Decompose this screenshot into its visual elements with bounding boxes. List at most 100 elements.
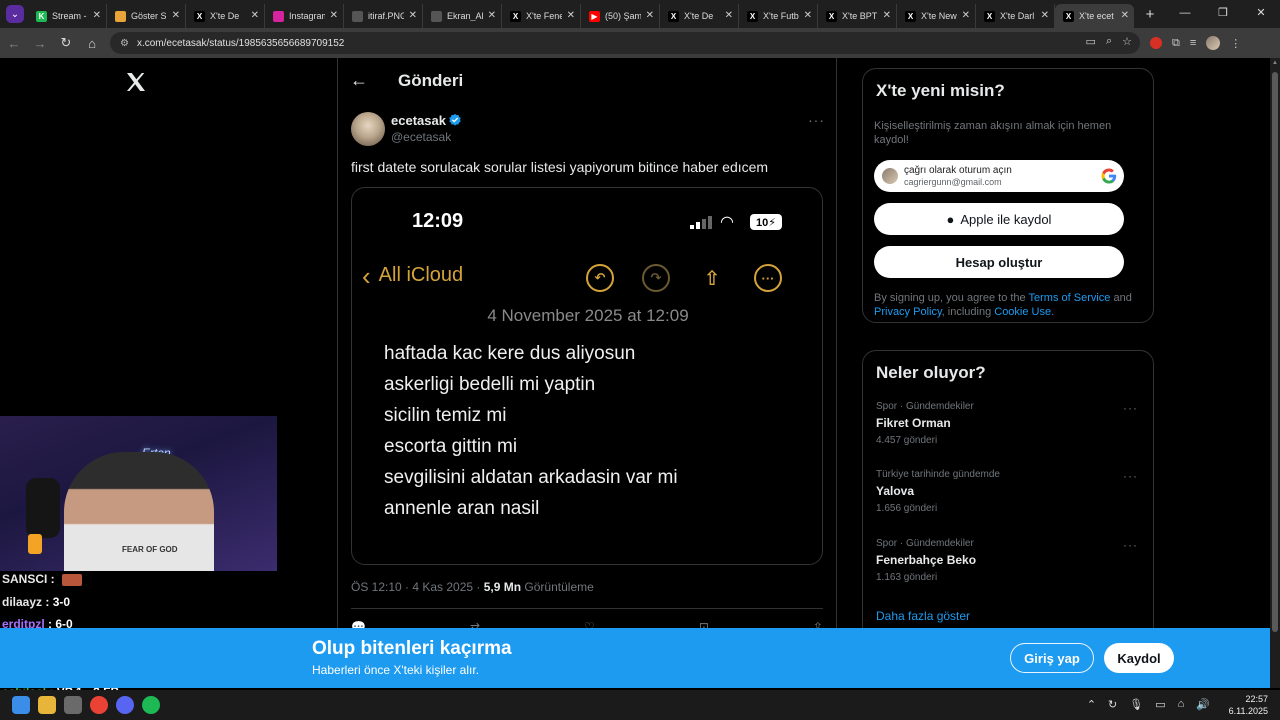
- browser-tab[interactable]: X X'te Futb ✕: [739, 4, 818, 28]
- tab-close-icon[interactable]: ✕: [804, 10, 812, 21]
- browser-tab[interactable]: itiraf.PNG ✕: [344, 4, 423, 28]
- tab-close-icon[interactable]: ✕: [725, 10, 733, 21]
- browser-tab[interactable]: X X'te Darl ✕: [976, 4, 1055, 28]
- browser-menu-icon[interactable]: ⋮: [1230, 37, 1241, 50]
- taskbar-clock[interactable]: 22:57 6.11.2025: [1229, 693, 1268, 717]
- tab-close-icon[interactable]: ✕: [172, 10, 180, 21]
- address-bar[interactable]: ⚙ x.com/ecetasak/status/1985635656689709…: [110, 32, 1140, 54]
- post-timestamp[interactable]: ÖS 12:10 · 4 Kas 2025 ·: [351, 580, 484, 594]
- tab-close-icon[interactable]: ✕: [1041, 10, 1049, 21]
- scrollbar-thumb[interactable]: [1272, 72, 1278, 632]
- browser-tab[interactable]: X X'te De ✕: [186, 4, 265, 28]
- back-button[interactable]: ←: [2, 31, 26, 55]
- apple-signup-button[interactable]: ● Apple ile kaydol: [874, 203, 1124, 235]
- browser-tab[interactable]: X X'te ecet ✕: [1055, 4, 1134, 28]
- bookmark-star-icon[interactable]: ☆: [1122, 35, 1132, 48]
- browser-tab[interactable]: X X'te De ✕: [660, 4, 739, 28]
- close-window-button[interactable]: ✕: [1242, 0, 1280, 28]
- tab-favicon-icon: X: [1063, 10, 1074, 22]
- new-tab-button[interactable]: +: [1140, 6, 1160, 23]
- tray-chevron-icon[interactable]: ⌃: [1087, 698, 1096, 711]
- zoom-icon[interactable]: ⌕: [1106, 35, 1112, 48]
- tab-close-icon[interactable]: ✕: [646, 10, 654, 21]
- trend-item[interactable]: Spor · Gündemdekiler Fenerbahçe Beko 1.1…: [876, 538, 1144, 583]
- trend-item[interactable]: Spor · Gündemdekiler Fikret Orman 4.457 …: [876, 401, 1144, 446]
- share-post-icon[interactable]: ⇪: [813, 620, 823, 628]
- forward-button[interactable]: →: [28, 31, 52, 55]
- author-handle[interactable]: @ecetasak: [391, 130, 451, 144]
- browser-tab[interactable]: ▶ (50) Şam ✕: [581, 4, 660, 28]
- privacy-policy-link[interactable]: Privacy Policy: [874, 306, 942, 318]
- reload-button[interactable]: ↻: [54, 31, 78, 55]
- tray-display-icon[interactable]: ▭: [1155, 698, 1165, 711]
- chat-username[interactable]: SANSCI: [2, 572, 47, 586]
- trend-more-icon[interactable]: ···: [1123, 538, 1138, 552]
- tab-close-icon[interactable]: ✕: [330, 10, 338, 21]
- tab-close-icon[interactable]: ✕: [93, 10, 101, 21]
- tab-search-icon[interactable]: ⌄: [6, 5, 24, 23]
- trend-more-icon[interactable]: ···: [1123, 469, 1138, 483]
- home-button[interactable]: ⌂: [80, 31, 104, 55]
- post-meta: ÖS 12:10 · 4 Kas 2025 · 5,9 Mn Görüntüle…: [351, 580, 594, 594]
- extension-record-icon[interactable]: [1150, 37, 1162, 49]
- scroll-up-icon[interactable]: ▲: [1272, 60, 1278, 66]
- spotify-icon[interactable]: [142, 696, 160, 714]
- trend-item[interactable]: Türkiye tarihinde gündemde Yalova 1.656 …: [876, 469, 1144, 514]
- create-account-button[interactable]: Hesap oluştur: [874, 246, 1124, 278]
- chrome-icon[interactable]: [90, 696, 108, 714]
- tab-close-icon[interactable]: ✕: [883, 10, 891, 21]
- browser-tab[interactable]: X X'te Fene ✕: [502, 4, 581, 28]
- extensions-puzzle-icon[interactable]: ⧉: [1172, 37, 1180, 50]
- signup-button[interactable]: Kaydol: [1104, 643, 1174, 673]
- google-signin-button[interactable]: çağrı olarak oturum açın cagriergunn@gma…: [874, 160, 1124, 192]
- like-icon[interactable]: ♡: [584, 620, 595, 628]
- post-image[interactable]: 12:09 ◠ 10⚡ ‹ All iCloud ↶ ↷ ⇧ ··· 4 Nov…: [351, 187, 823, 565]
- chat-username[interactable]: dilaayz: [2, 595, 42, 609]
- system-tray: ⌃ ↻ 🎙 ▭ ⌂ 🔊: [1087, 698, 1210, 711]
- trend-more-icon[interactable]: ···: [1123, 401, 1138, 415]
- show-more-link[interactable]: Daha fazla göster: [876, 609, 970, 623]
- site-info-icon[interactable]: ⚙: [120, 38, 129, 49]
- cast-icon[interactable]: ▭: [1086, 35, 1096, 48]
- tray-network-icon[interactable]: ⌂: [1178, 698, 1185, 711]
- tab-favicon-icon: X: [905, 10, 916, 22]
- tab-close-icon[interactable]: ✕: [409, 10, 417, 21]
- profile-avatar[interactable]: [1206, 36, 1221, 50]
- reading-list-icon[interactable]: ≡: [1190, 37, 1196, 49]
- login-button[interactable]: Giriş yap: [1010, 643, 1094, 673]
- reply-icon[interactable]: 💬: [351, 620, 366, 628]
- author-avatar[interactable]: [351, 112, 385, 146]
- browser-tab[interactable]: K Stream - ✕: [28, 4, 107, 28]
- bookmark-icon[interactable]: ⊡: [699, 620, 709, 628]
- minimize-button[interactable]: —: [1166, 0, 1204, 28]
- windows-start-icon[interactable]: [12, 696, 30, 714]
- tab-favicon-icon: [115, 10, 126, 22]
- file-explorer-icon[interactable]: [38, 696, 56, 714]
- signup-card: X'te yeni misin? Kişiselleştirilmiş zama…: [862, 68, 1154, 323]
- browser-tab[interactable]: X X'te New ✕: [897, 4, 976, 28]
- back-arrow-icon[interactable]: ←: [350, 70, 368, 91]
- browser-tab[interactable]: Instagram ✕: [265, 4, 344, 28]
- discord-icon[interactable]: [116, 696, 134, 714]
- note-line: escorta gittin mi: [384, 436, 518, 457]
- app-icon[interactable]: [64, 696, 82, 714]
- tab-close-icon[interactable]: ✕: [1121, 10, 1129, 21]
- tab-close-icon[interactable]: ✕: [251, 10, 259, 21]
- tray-mic-icon[interactable]: 🎙: [1129, 698, 1143, 711]
- x-logo-icon[interactable]: [124, 70, 148, 94]
- repost-icon[interactable]: ⇄: [470, 620, 480, 628]
- page-scrollbar[interactable]: ▲: [1270, 58, 1280, 688]
- tab-close-icon[interactable]: ✕: [962, 10, 970, 21]
- browser-tab[interactable]: Ekran_Al ✕: [423, 4, 502, 28]
- tray-sync-icon[interactable]: ↻: [1108, 698, 1117, 711]
- author-name[interactable]: ecetasak: [391, 113, 446, 128]
- maximize-button[interactable]: ❐: [1204, 0, 1242, 28]
- terms-of-service-link[interactable]: Terms of Service: [1029, 292, 1111, 304]
- cookie-use-link[interactable]: Cookie Use: [994, 306, 1051, 318]
- post-more-icon[interactable]: ···: [808, 112, 825, 128]
- tab-close-icon[interactable]: ✕: [488, 10, 496, 21]
- tray-volume-icon[interactable]: 🔊: [1196, 698, 1210, 711]
- browser-tab[interactable]: Göster S ✕: [107, 4, 186, 28]
- browser-tab[interactable]: X X'te BPT ✕: [818, 4, 897, 28]
- tab-close-icon[interactable]: ✕: [567, 10, 575, 21]
